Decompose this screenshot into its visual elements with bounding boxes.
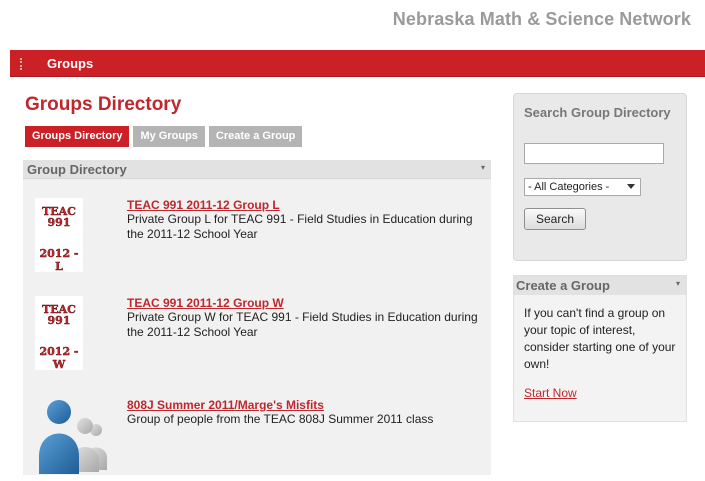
site-title: Nebraska Math & Science Network: [392, 9, 691, 29]
nav-item-groups[interactable]: Groups: [47, 56, 93, 71]
group-directory-heading: Group Directory: [27, 162, 127, 177]
group-name-link[interactable]: 808J Summer 2011/Marge's Misfits: [127, 398, 324, 412]
category-select-value: - All Categories -: [528, 181, 610, 193]
thumbnail-text: 991: [47, 314, 71, 327]
create-group-heading: Create a Group: [516, 278, 610, 293]
create-group-text: If you can't find a group on your topic …: [524, 306, 676, 371]
thumbnail-text: 2012 - L: [39, 247, 79, 273]
thumbnail-text: 2012 - W: [39, 345, 79, 371]
tab-bar: Groups Directory My Groups Create a Grou…: [25, 126, 303, 147]
group-directory-header: Group Directory ▾: [23, 160, 491, 179]
main-nav-bar: Groups: [10, 50, 705, 77]
search-heading: Search Group Directory: [524, 105, 671, 120]
people-group-icon[interactable]: [33, 396, 113, 476]
collapse-toggle-icon[interactable]: ▾: [676, 279, 680, 288]
category-select[interactable]: - All Categories -: [524, 178, 641, 196]
group-thumbnail[interactable]: TEAC 991 2012 - L: [35, 198, 83, 273]
group-description: Private Group L for TEAC 991 - Field Stu…: [127, 212, 473, 241]
page-title: Groups Directory: [25, 94, 182, 115]
group-directory-panel: Group Directory ▾ TEAC 991 2012 - L TEAC…: [23, 160, 491, 475]
search-group-directory-box: Search Group Directory - All Categories …: [513, 93, 687, 261]
group-thumbnail[interactable]: TEAC 991 2012 - W: [35, 296, 83, 371]
nav-grip-icon: [20, 58, 22, 70]
start-now-link[interactable]: Start Now: [524, 386, 577, 400]
tab-my-groups[interactable]: My Groups: [133, 126, 205, 147]
tab-create-a-group[interactable]: Create a Group: [208, 126, 303, 147]
create-group-box: Create a Group ▾ If you can't find a gro…: [513, 275, 687, 422]
create-group-header: Create a Group ▾: [514, 276, 686, 295]
search-input[interactable]: [524, 143, 664, 164]
group-name-link[interactable]: TEAC 991 2011-12 Group L: [127, 198, 280, 212]
group-description: Private Group W for TEAC 991 - Field Stu…: [127, 310, 478, 339]
collapse-toggle-icon[interactable]: ▾: [481, 163, 485, 172]
tab-groups-directory[interactable]: Groups Directory: [25, 126, 130, 147]
group-description: Group of people from the TEAC 808J Summe…: [127, 412, 434, 426]
thumbnail-text: 991: [47, 216, 71, 229]
group-name-link[interactable]: TEAC 991 2011-12 Group W: [127, 296, 284, 310]
search-button[interactable]: Search: [524, 208, 586, 230]
chevron-down-icon: [627, 184, 635, 189]
